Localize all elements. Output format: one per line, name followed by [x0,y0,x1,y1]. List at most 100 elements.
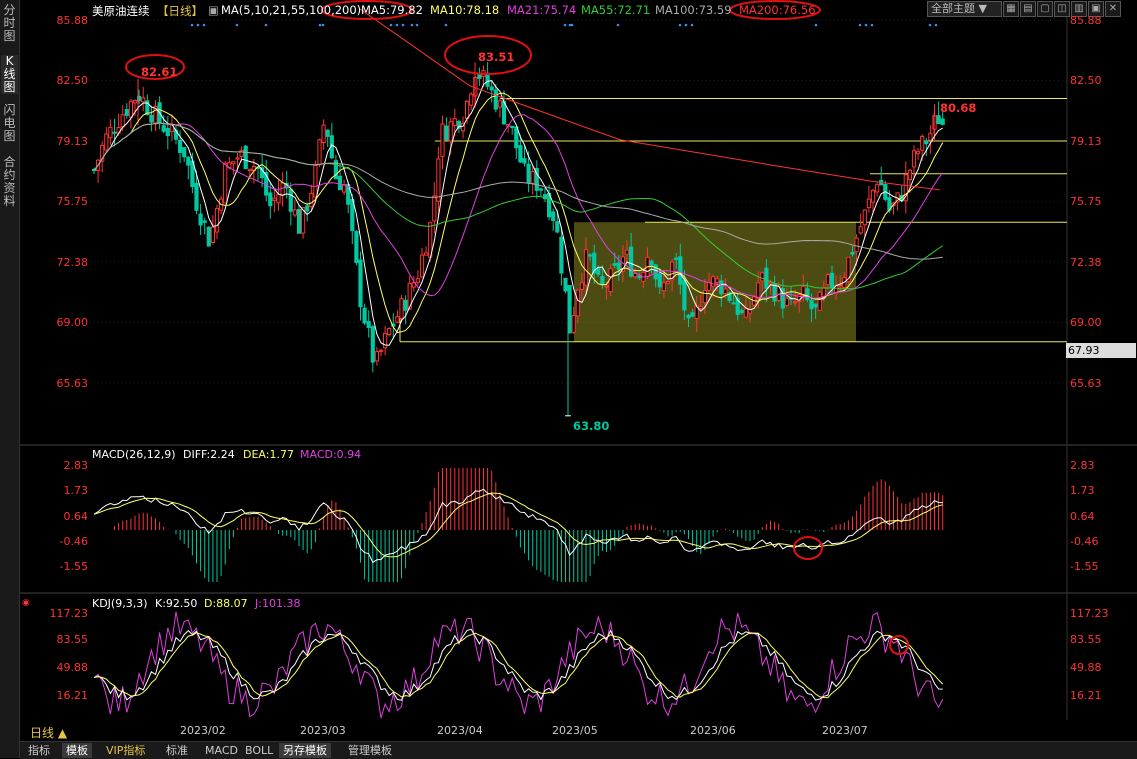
grid-icon[interactable]: ▦ [1003,1,1019,17]
instrument-name: 美原油连续 [92,4,150,18]
candle-body [702,290,707,304]
candle-body [489,86,494,91]
candle-body [128,100,134,118]
ma-config-icon[interactable]: ▣ [208,3,219,17]
tab-indicator[interactable]: 指标 [24,743,54,758]
candle-body [715,278,720,283]
candle-body [629,246,634,277]
kdj-j: J:101.38 [255,597,301,610]
macd-dea: DEA:1.77 [243,448,294,461]
kdj-axis-left: 49.88 [56,661,89,674]
candle-body [235,157,240,160]
ma100-value: MA100:73.59 [655,3,732,17]
price-axis-right-label: 75.75 [1070,195,1102,208]
signal-dot [858,23,862,27]
candle-body [268,192,273,207]
kdj-axis-right: 83.55 [1070,633,1102,646]
signal-dot [318,23,322,27]
theme-dropdown[interactable]: 全部主题 ▼ [927,1,1002,17]
expand-icon[interactable]: ▢ [1037,1,1053,17]
candle-body [784,297,789,306]
candle-body [354,230,359,263]
tab-manage-template[interactable]: 管理模板 [344,743,396,758]
candle-body [452,118,457,127]
signal-dot [934,23,938,27]
restore-icon[interactable]: ◫ [1054,1,1070,17]
ma5-value: MA5:79.82 [361,3,423,17]
left-sidebar: 分时图 K线图 闪电图 合约资料 [0,0,20,758]
signal-dot [401,23,405,27]
candle-body [616,262,621,270]
candle-body [387,328,392,336]
tab-standard[interactable]: 标准 [162,743,192,758]
d-line [93,632,944,699]
period-selector[interactable]: 日线 ▲ [30,724,67,741]
close-icon[interactable]: ✕ [1105,1,1121,17]
candle-body [829,272,835,289]
candle-body [551,211,556,222]
tab-flash-chart[interactable]: 闪电图 [1,104,18,143]
candle-body [161,125,166,132]
candle-body [920,135,925,151]
macd-axis-right: 1.73 [1070,484,1095,497]
macd-axis-right: -1.55 [1070,560,1099,573]
signal-dot [395,23,399,27]
ma200-line [359,8,941,191]
candle-body [665,280,671,284]
signal-dot [870,23,874,27]
tab-contract-info[interactable]: 合约资料 [1,156,18,208]
price-axis-right-label: 65.63 [1070,377,1102,390]
candle-body [206,226,211,247]
tab-kline-chart[interactable]: K线图 [1,55,18,94]
candle-body [120,114,125,128]
candle-body [321,124,326,143]
kdj-d: D:88.07 [204,597,248,610]
candle-body [514,126,519,149]
candle-body [309,192,314,208]
kdj-axis-left: 16.21 [56,689,89,702]
candle-body [522,158,527,164]
candle-body [202,220,207,223]
tab-macd[interactable]: MACD [201,743,242,758]
tab-template[interactable]: 模板 [62,743,92,758]
macd-axis-left: 1.73 [63,484,89,497]
candle-body [239,149,244,157]
tab-boll[interactable]: BOLL [241,743,277,758]
candle-body [292,209,297,216]
candle-body [448,121,453,142]
macd-diff: DIFF:2.24 [183,448,235,461]
tab-time-chart[interactable]: 分时图 [1,4,18,43]
date-label: 2023/04 [437,724,483,737]
signal-dot [678,23,682,27]
kdj-axis-right: 16.21 [1070,689,1102,702]
price-axis-right-label: 85.88 [1070,14,1102,27]
macd-axis-left: 0.64 [63,510,89,523]
candle-body [661,282,666,292]
candle-body [317,139,322,166]
candle-body [711,276,716,287]
tab-save-template[interactable]: 另存模板 [279,743,331,758]
candle-body [600,276,605,285]
layout-icon[interactable]: ▤ [1020,1,1036,17]
price-axis-right-label: 79.13 [1070,135,1102,148]
bottom-toolbar: 指标 模板 VIP指标 标准 MACD BOLL 另存模板 管理模板 [20,741,1137,759]
date-label: 2023/07 [822,724,868,737]
candle-body [526,163,531,183]
candle-body [374,351,379,362]
candle-body [223,162,228,204]
signal-dot [616,23,620,27]
candle-body [756,282,761,299]
candle-body [579,282,584,290]
macd-axis-left: -1.55 [59,560,88,573]
signal-dot [928,23,932,27]
kdj-axis-left: 117.23 [49,607,89,620]
ma-params: MA(5,10,21,55,100,200) [221,3,362,17]
candle-body [924,141,929,145]
candle-body [370,326,375,363]
candle-body [104,133,109,151]
kdj-axis-right: 49.88 [1070,661,1102,674]
macd-axis-left: 2.83 [63,459,89,472]
macd-axis-right: 0.64 [1070,510,1095,523]
tab-vip-indicator[interactable]: VIP指标 [102,743,149,758]
date-label: 2023/02 [180,724,226,737]
